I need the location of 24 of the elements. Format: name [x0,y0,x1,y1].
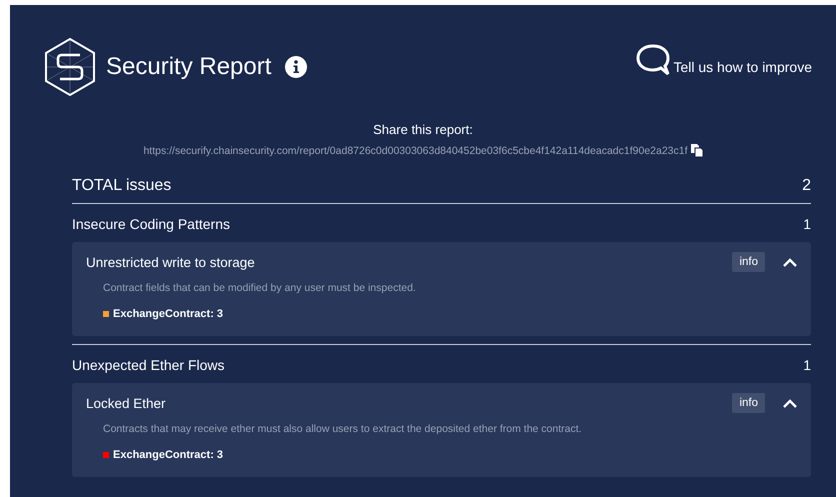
copy-icon[interactable] [690,144,703,157]
category-count: 1 [803,216,811,232]
finding-label: ExchangeContract: 3 [113,308,224,320]
total-issues-count: 2 [802,177,811,195]
issue-description: Contract fields that can be modified by any user must be inspected. [103,282,417,294]
info-button[interactable]: info [732,252,765,272]
issue-title: Locked Ether [86,396,167,410]
category-name: Insecure Coding Patterns [72,216,230,232]
category-name: Unexpected Ether Flows [72,357,225,373]
finding-label: ExchangeContract: 3 [113,449,224,461]
category-count: 1 [803,357,811,373]
speech-bubble-icon[interactable] [635,43,672,77]
issue-title: Unrestricted write to storage [86,254,256,270]
feedback-link[interactable]: Tell us how to improve [673,59,812,77]
logo-icon [42,37,98,97]
info-button[interactable]: info [732,393,765,413]
chevron-icon[interactable] [783,258,797,266]
info-icon[interactable] [285,56,308,78]
total-issues-label: TOTAL issues [72,177,172,195]
share-heading: Share this report: [373,122,473,137]
report-url: https://securify.chainsecurity.com/report/0ad8726c0d00303063d840452be03f6c5cbe4f142a114deacadc1f90e2a23c1f [143,144,688,156]
page-title: Security Report [106,53,272,81]
issue-description: Contracts that may receive ether must also allow users to extract the deposited ether from the contract. [103,423,583,435]
chevron-icon[interactable] [783,398,797,408]
